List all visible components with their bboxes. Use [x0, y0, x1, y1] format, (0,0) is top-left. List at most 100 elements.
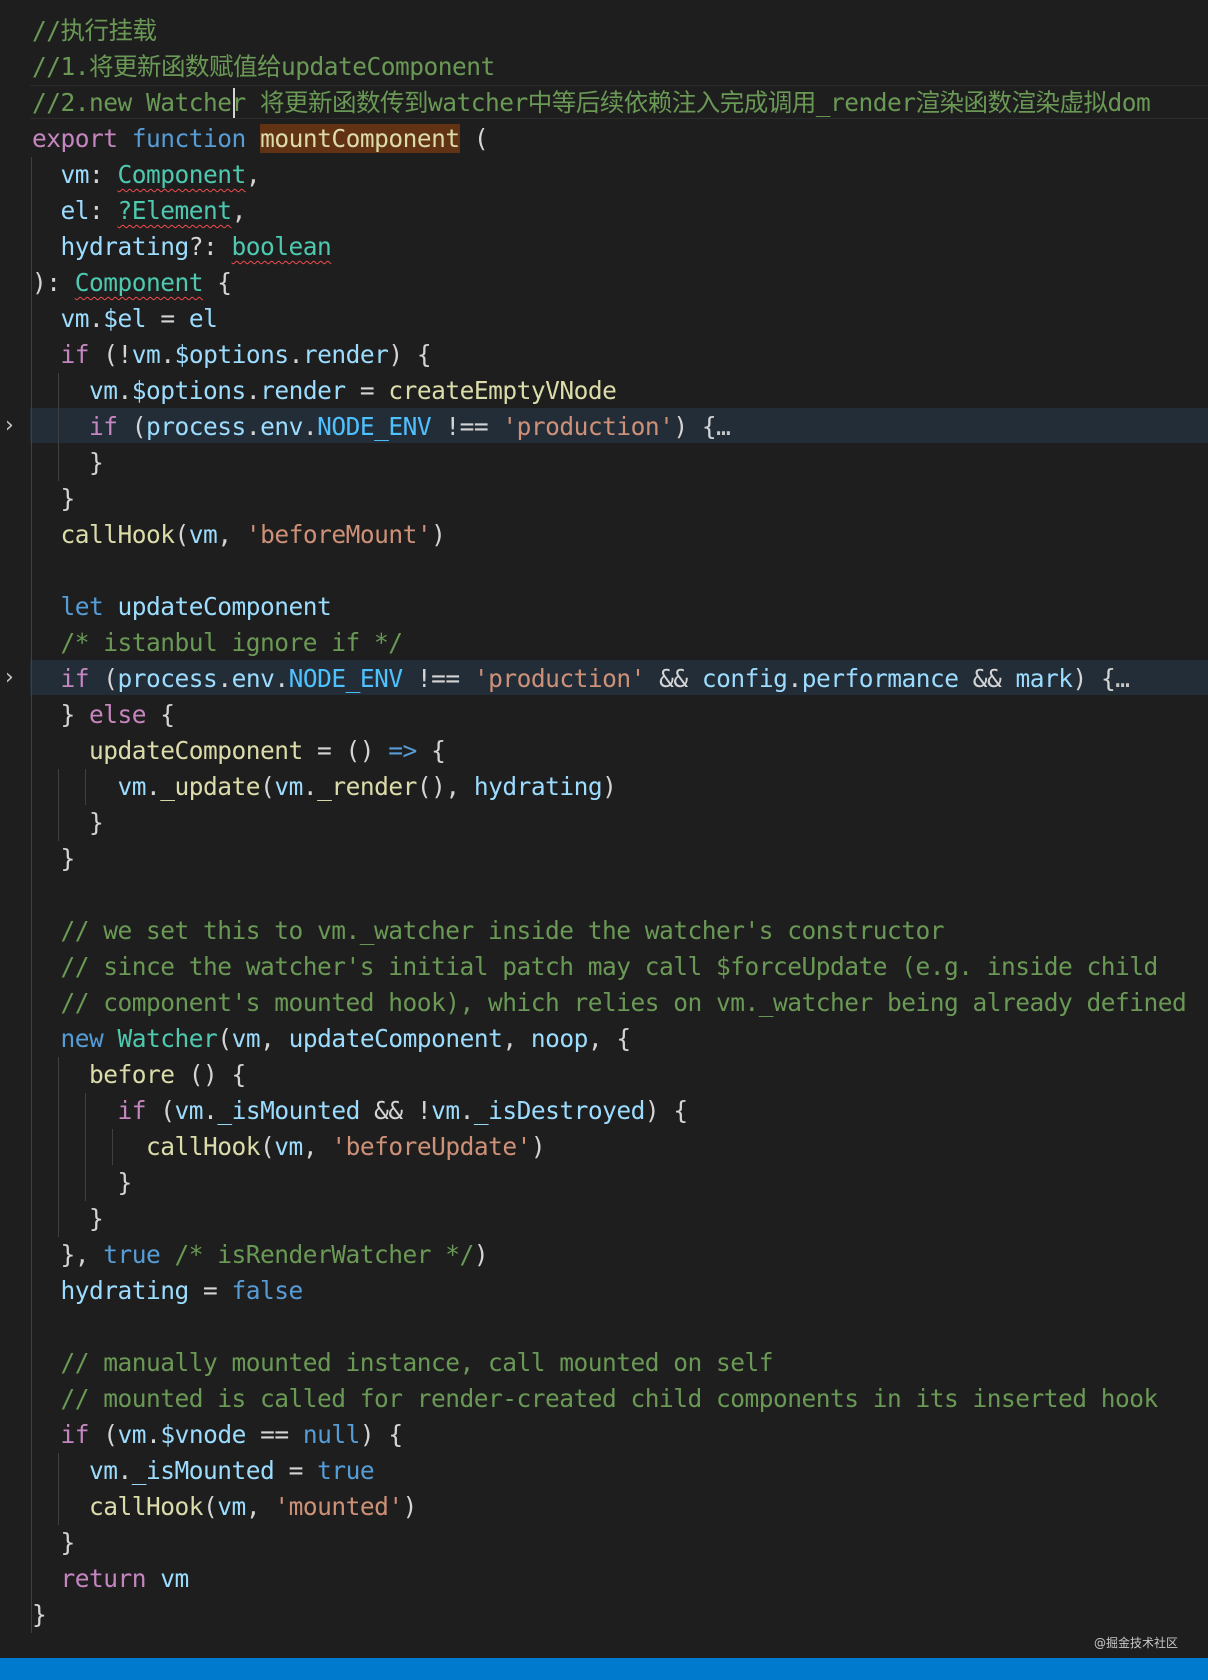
string-token: 'mounted': [274, 1492, 403, 1521]
punctuation-token: [32, 376, 89, 405]
punctuation-token: ): [431, 520, 446, 549]
keyword-token: if: [60, 1420, 90, 1449]
code-line[interactable]: hydrating?: boolean: [32, 229, 332, 265]
punctuation-token: .: [302, 772, 318, 801]
identifier-token: _isMounted: [217, 1096, 360, 1125]
code-line[interactable]: }: [32, 805, 104, 841]
identifier-token: vm: [217, 1492, 246, 1521]
code-line[interactable]: export function mountComponent (: [32, 121, 489, 157]
code-line[interactable]: if (!vm.$options.render) {: [32, 337, 432, 373]
string-token: 'production': [473, 664, 646, 693]
code-line[interactable]: hydrating = false: [32, 1273, 304, 1309]
punctuation-token: [32, 1096, 118, 1125]
punctuation-token: ): [530, 1132, 546, 1161]
identifier-token: vm: [60, 304, 90, 333]
code-line[interactable]: /* istanbul ignore if */: [32, 625, 404, 661]
punctuation-token: .: [302, 412, 318, 441]
punctuation-token: ) {: [388, 340, 432, 369]
code-line[interactable]: }: [32, 1525, 76, 1561]
code-line[interactable]: }: [32, 1201, 104, 1237]
code-line[interactable]: callHook(vm, 'mounted'): [32, 1489, 417, 1525]
punctuation-token: !==: [431, 412, 503, 441]
punctuation-token: [32, 952, 61, 981]
function-token: callHook: [146, 1132, 261, 1161]
punctuation-token: ,: [245, 1492, 275, 1521]
type-token: ?Element: [117, 196, 233, 225]
punctuation-token: [103, 1024, 117, 1053]
code-line[interactable]: // component's mounted hook), which reli…: [32, 985, 1187, 1021]
code-line[interactable]: new Watcher(vm, updateComponent, noop, {: [32, 1021, 632, 1057]
code-line[interactable]: callHook(vm, 'beforeMount'): [32, 517, 446, 553]
punctuation-token: }: [32, 448, 104, 477]
code-line[interactable]: before () {: [32, 1057, 246, 1093]
punctuation-token: [32, 1348, 61, 1377]
code-line[interactable]: ): Component {: [32, 265, 232, 301]
code-line[interactable]: }: [32, 481, 76, 517]
code-line[interactable]: //执行挂载: [32, 13, 157, 49]
code-line[interactable]: if (vm._isMounted && !vm._isDestroyed) {: [32, 1093, 689, 1129]
code-line[interactable]: // we set this to vm._watcher inside the…: [32, 913, 945, 949]
code-line[interactable]: callHook(vm, 'beforeUpdate'): [32, 1129, 546, 1165]
punctuation-token: .: [146, 1420, 161, 1449]
code-line[interactable]: vm.$el = el: [32, 301, 218, 337]
code-line[interactable]: } else {: [32, 697, 176, 733]
code-line[interactable]: // manually mounted instance, call mount…: [32, 1345, 774, 1381]
identifier-token: env: [231, 664, 275, 693]
keyword-token: false: [231, 1276, 304, 1305]
code-line[interactable]: //1.将更新函数赋值给updateComponent: [32, 49, 495, 85]
identifier-token: vm: [117, 772, 147, 801]
code-line[interactable]: vm: Component,: [32, 157, 261, 193]
identifier-token: process: [117, 664, 218, 693]
punctuation-token: ): [402, 1492, 418, 1521]
code-line[interactable]: vm._update(vm._render(), hydrating): [32, 769, 617, 805]
function-token: _update: [160, 772, 261, 801]
punctuation-token: ,: [217, 520, 246, 549]
string-token: 'production': [502, 412, 674, 441]
punctuation-token: ,: [302, 1132, 332, 1161]
keyword-token: true: [103, 1240, 161, 1269]
punctuation-token: !==: [402, 664, 474, 693]
code-editor[interactable]: › › //执行挂载 //1.将更新函数赋值给updateComponent //2.…: [0, 0, 1208, 1658]
chevron-right-icon[interactable]: ›: [5, 660, 21, 696]
code-line[interactable]: let updateComponent: [32, 589, 332, 625]
code-line[interactable]: vm.$options.render = createEmptyVNode: [32, 373, 617, 409]
code-line[interactable]: if (process.env.NODE_ENV !== 'production…: [32, 409, 731, 445]
punctuation-token: .: [245, 412, 261, 441]
status-bar: [0, 1658, 1208, 1680]
punctuation-token: , {: [587, 1024, 631, 1053]
fold-ellipsis[interactable]: …: [1115, 664, 1130, 693]
punctuation-token: .: [787, 664, 802, 693]
code-line[interactable]: }: [32, 445, 104, 481]
fold-ellipsis[interactable]: …: [716, 412, 731, 441]
comment-token: // manually mounted instance, call mount…: [60, 1348, 774, 1377]
chevron-right-icon[interactable]: ›: [5, 408, 21, 444]
identifier-token: vm: [89, 1456, 118, 1485]
code-line[interactable]: if (vm.$vnode == null) {: [32, 1417, 404, 1453]
identifier-token: hydrating: [60, 232, 190, 261]
type-token: boolean: [231, 232, 332, 261]
punctuation-token: [32, 304, 61, 333]
code-line[interactable]: }: [32, 841, 76, 877]
code-line[interactable]: el: ?Element,: [32, 193, 247, 229]
comment-token: //1.将更新函数赋值给updateComponent: [32, 52, 495, 81]
code-line[interactable]: // since the watcher's initial patch may…: [32, 949, 1159, 985]
code-line[interactable]: // mounted is called for render-created …: [32, 1381, 1159, 1417]
punctuation-token: [32, 664, 61, 693]
code-line[interactable]: return vm: [32, 1561, 190, 1597]
code-line[interactable]: }, true /* isRenderWatcher */): [32, 1237, 489, 1273]
punctuation-token: ,: [245, 160, 261, 189]
function-token: before: [89, 1060, 175, 1089]
code-line[interactable]: //2.new Watcher 将更新函数传到watcher中等后续依赖注入完成…: [32, 85, 1151, 121]
comment-token: //2.new Watcher 将更新函数传到watcher中等后续依赖注入完成…: [32, 88, 1151, 117]
punctuation-token: [32, 340, 61, 369]
code-line[interactable]: }: [32, 1597, 47, 1633]
punctuation-token: [32, 232, 61, 261]
code-line[interactable]: }: [32, 1165, 133, 1201]
punctuation-token: .: [146, 772, 161, 801]
punctuation-token: .: [117, 1456, 133, 1485]
code-line[interactable]: if (process.env.NODE_ENV !== 'production…: [32, 661, 1131, 697]
code-line[interactable]: vm._isMounted = true: [32, 1453, 375, 1489]
punctuation-token: [32, 520, 61, 549]
keyword-token: new: [60, 1024, 104, 1053]
code-line[interactable]: updateComponent = () => {: [32, 733, 446, 769]
